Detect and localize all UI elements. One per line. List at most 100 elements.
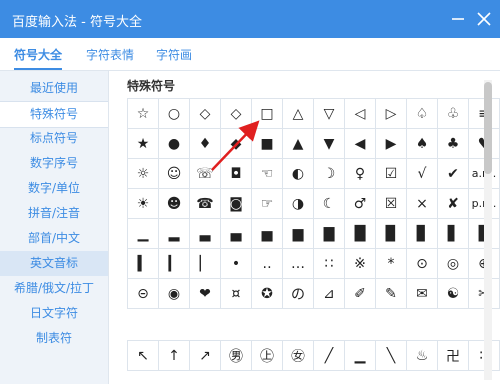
symbol-cell[interactable]: ◇ [220, 98, 252, 129]
symbol-cell[interactable]: • [220, 248, 252, 279]
symbol-cell[interactable]: ㊚ [220, 340, 252, 371]
sidebar-item-punctuation[interactable]: 标点符号 [0, 126, 108, 151]
symbol-cell[interactable]: ↗ [189, 340, 221, 371]
symbol-cell[interactable]: ✪ [251, 278, 283, 309]
symbol-cell[interactable]: ‥ [251, 248, 283, 279]
sidebar-item-units[interactable]: 数字/单位 [0, 176, 108, 201]
symbol-cell[interactable]: の [282, 278, 314, 309]
symbol-cell[interactable]: ▊ [406, 218, 438, 249]
symbol-cell[interactable]: ↑ [158, 340, 190, 371]
symbol-cell[interactable]: ㊤ [251, 340, 283, 371]
symbol-cell[interactable]: * [375, 248, 407, 279]
symbol-cell[interactable]: ♧ [437, 98, 469, 129]
symbol-cell[interactable]: ☽ [313, 158, 345, 189]
symbol-cell[interactable]: ▽ [313, 98, 345, 129]
symbol-cell[interactable]: ㊛ [282, 340, 314, 371]
symbol-cell[interactable]: ⊿ [313, 278, 345, 309]
sidebar-item-japanese[interactable]: 日文字符 [0, 301, 108, 326]
symbol-cell[interactable]: ◇ [189, 98, 221, 129]
symbol-cell[interactable]: ◁ [344, 98, 376, 129]
symbol-cell[interactable]: ▁ [344, 340, 376, 371]
symbol-cell[interactable]: ◀ [344, 128, 376, 159]
symbol-cell[interactable]: ☜ [251, 158, 283, 189]
symbol-cell[interactable]: ∷ [313, 248, 345, 279]
symbol-cell[interactable]: ✐ [344, 278, 376, 309]
symbol-cell[interactable]: ▁ [127, 218, 159, 249]
symbol-cell[interactable]: ◑ [282, 188, 314, 219]
symbol-cell[interactable]: ▇ [313, 218, 345, 249]
symbol-cell[interactable]: △ [282, 98, 314, 129]
minimize-button[interactable] [445, 6, 471, 32]
symbol-cell[interactable]: ⊝ [127, 278, 159, 309]
symbol-cell[interactable]: ▏ [189, 248, 221, 279]
symbol-cell[interactable]: ✎ [375, 278, 407, 309]
symbol-cell[interactable]: ♂ [344, 188, 376, 219]
symbol-cell[interactable]: ▷ [375, 98, 407, 129]
symbol-cell[interactable]: × [406, 188, 438, 219]
symbol-cell[interactable]: ▶ [375, 128, 407, 159]
sidebar-item-special[interactable]: 特殊符号 [0, 101, 108, 128]
symbol-cell[interactable]: ☎ [189, 188, 221, 219]
symbol-cell[interactable]: ◘ [220, 158, 252, 189]
symbol-cell[interactable]: ◉ [158, 278, 190, 309]
tab-emoticons[interactable]: 字符表情 [86, 46, 134, 63]
symbol-cell[interactable]: ● [158, 128, 190, 159]
symbol-cell[interactable]: ♦ [189, 128, 221, 159]
symbol-cell[interactable]: ☆ [127, 98, 159, 129]
symbol-cell[interactable]: ▲ [282, 128, 314, 159]
symbol-cell[interactable]: ▅ [251, 218, 283, 249]
symbol-cell[interactable]: ♀ [344, 158, 376, 189]
symbol-cell[interactable]: ◐ [282, 158, 314, 189]
sidebar-item-box-drawing[interactable]: 制表符 [0, 326, 108, 351]
sidebar-item-recent[interactable]: 最近使用 [0, 76, 108, 101]
sidebar-item-greek[interactable]: 希腊/俄文/拉丁 [0, 276, 108, 301]
symbol-cell[interactable]: … [282, 248, 314, 279]
symbol-cell[interactable]: ♤ [406, 98, 438, 129]
sidebar-item-numbering[interactable]: 数字序号 [0, 151, 108, 176]
symbol-cell[interactable]: ▎ [158, 248, 190, 279]
symbol-cell[interactable]: ※ [344, 248, 376, 279]
symbol-cell[interactable]: ▂ [158, 218, 190, 249]
symbol-cell[interactable]: ☺ [158, 158, 190, 189]
close-button[interactable] [471, 6, 497, 32]
symbol-cell[interactable]: ☑ [375, 158, 407, 189]
symbol-cell[interactable]: ☾ [313, 188, 345, 219]
symbol-cell[interactable]: ▋ [437, 218, 469, 249]
symbol-cell[interactable]: ★ [127, 128, 159, 159]
symbol-cell[interactable]: ✔ [437, 158, 469, 189]
symbol-cell[interactable]: ☯ [437, 278, 469, 309]
symbol-cell[interactable]: ☒ [375, 188, 407, 219]
symbol-cell[interactable]: 卍 [437, 340, 469, 371]
tab-ascii-art[interactable]: 字符画 [156, 46, 192, 63]
symbol-cell[interactable]: ▄ [220, 218, 252, 249]
sidebar-item-radicals[interactable]: 部首/中文 [0, 226, 108, 251]
symbol-cell[interactable]: ✘ [437, 188, 469, 219]
symbol-cell[interactable]: ↖ [127, 340, 159, 371]
symbol-cell[interactable]: √ [406, 158, 438, 189]
symbol-cell[interactable]: ☏ [189, 158, 221, 189]
symbol-cell[interactable]: ◙ [220, 188, 252, 219]
symbol-cell[interactable]: █ [344, 218, 376, 249]
symbol-cell[interactable]: ▉ [375, 218, 407, 249]
sidebar-item-pinyin[interactable]: 拼音/注音 [0, 201, 108, 226]
symbol-cell[interactable]: ▍ [127, 248, 159, 279]
scrollbar-thumb[interactable] [484, 82, 492, 174]
symbol-cell[interactable]: ╲ [375, 340, 407, 371]
sidebar-item-phonetic[interactable]: 英文音标 [0, 251, 108, 276]
symbol-cell[interactable]: ○ [158, 98, 190, 129]
symbol-cell[interactable]: ◎ [437, 248, 469, 279]
symbol-cell[interactable]: ❤ [189, 278, 221, 309]
symbol-cell[interactable]: ▼ [313, 128, 345, 159]
symbol-cell[interactable]: ☻ [158, 188, 190, 219]
symbol-cell[interactable]: ╱ [313, 340, 345, 371]
tab-symbols[interactable]: 符号大全 [14, 46, 63, 70]
symbol-cell[interactable]: ▃ [189, 218, 221, 249]
symbol-cell[interactable]: ▆ [282, 218, 314, 249]
symbol-cell[interactable]: ◆ [220, 128, 252, 159]
symbol-cell[interactable]: ✉ [406, 278, 438, 309]
symbol-cell[interactable]: ♠ [406, 128, 438, 159]
symbol-cell[interactable]: ☼ [127, 158, 159, 189]
symbol-cell[interactable]: ☞ [251, 188, 283, 219]
symbol-cell[interactable]: ♨ [406, 340, 438, 371]
symbol-cell[interactable]: ♣ [437, 128, 469, 159]
